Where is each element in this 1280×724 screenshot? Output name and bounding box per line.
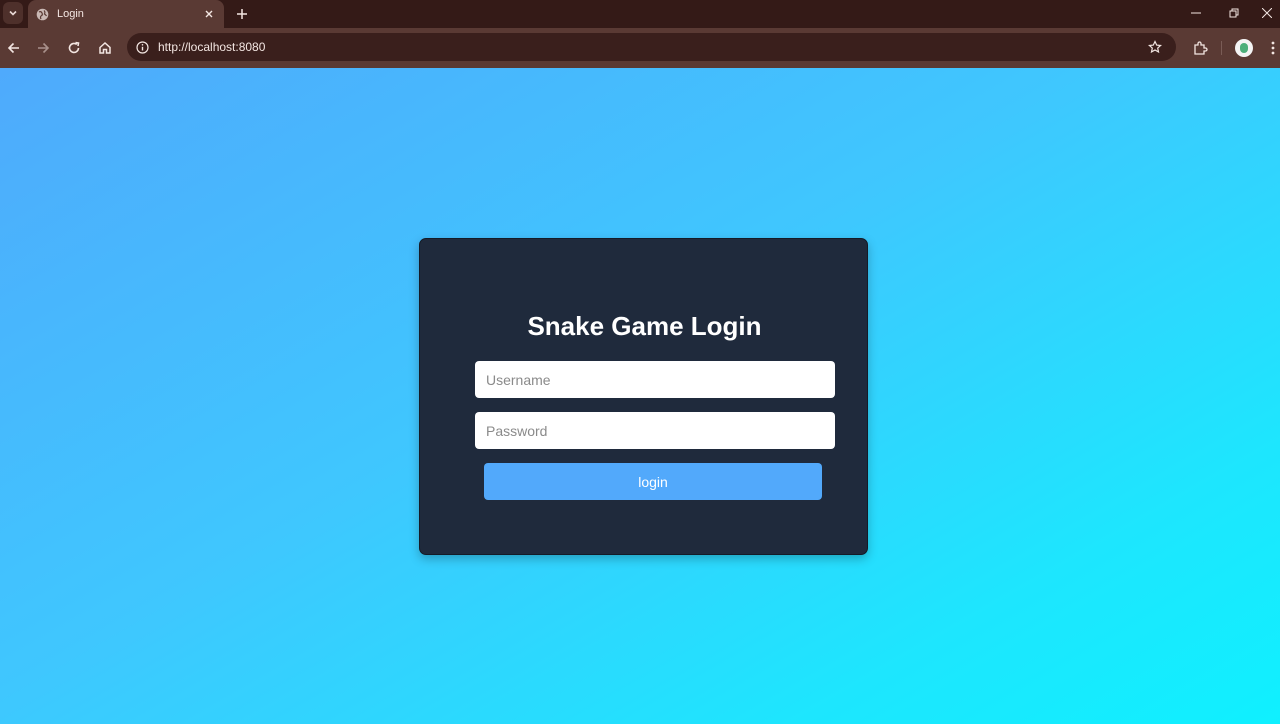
- minimize-button[interactable]: [1178, 0, 1214, 26]
- home-button[interactable]: [93, 36, 117, 60]
- new-tab-button[interactable]: [232, 4, 252, 24]
- chevron-down-icon: [9, 10, 17, 16]
- login-card: Snake Game Login login: [419, 238, 868, 555]
- close-window-button[interactable]: [1254, 0, 1280, 26]
- puzzle-icon: [1194, 41, 1208, 55]
- address-bar[interactable]: http://localhost:8080: [127, 33, 1176, 61]
- back-button[interactable]: [2, 36, 26, 60]
- page-viewport: Snake Game Login login: [0, 68, 1280, 724]
- minimize-icon: [1191, 12, 1201, 14]
- tab-search-button[interactable]: [3, 2, 23, 24]
- site-info-icon[interactable]: [135, 40, 149, 54]
- login-button[interactable]: login: [484, 463, 822, 500]
- browser-toolbar: http://localhost:8080: [0, 28, 1280, 68]
- username-input[interactable]: [475, 361, 835, 398]
- plus-icon: [237, 9, 247, 19]
- arrow-right-icon: [38, 42, 50, 54]
- avatar-icon: [1240, 43, 1248, 53]
- toolbar-divider: [1221, 41, 1222, 55]
- browser-menu-button[interactable]: [1266, 36, 1280, 60]
- tab-strip: Login: [0, 0, 1280, 28]
- tab-title: Login: [57, 8, 84, 20]
- reload-icon: [68, 41, 80, 54]
- globe-icon: [36, 8, 49, 21]
- arrow-left-icon: [7, 42, 19, 54]
- more-vertical-icon: [1271, 41, 1275, 55]
- profile-avatar[interactable]: [1235, 39, 1253, 57]
- close-icon[interactable]: [202, 7, 216, 21]
- page-title: Snake Game Login: [527, 311, 762, 341]
- url-text[interactable]: http://localhost:8080: [158, 40, 1146, 54]
- tab-login[interactable]: Login: [28, 0, 224, 28]
- restore-button[interactable]: [1216, 0, 1252, 26]
- password-input[interactable]: [475, 412, 835, 449]
- bookmark-star-icon[interactable]: [1146, 38, 1164, 56]
- extensions-button[interactable]: [1188, 36, 1212, 60]
- restore-icon: [1229, 8, 1239, 18]
- close-icon: [1262, 8, 1272, 18]
- home-icon: [99, 41, 111, 54]
- forward-button[interactable]: [31, 36, 55, 60]
- reload-button[interactable]: [62, 36, 86, 60]
